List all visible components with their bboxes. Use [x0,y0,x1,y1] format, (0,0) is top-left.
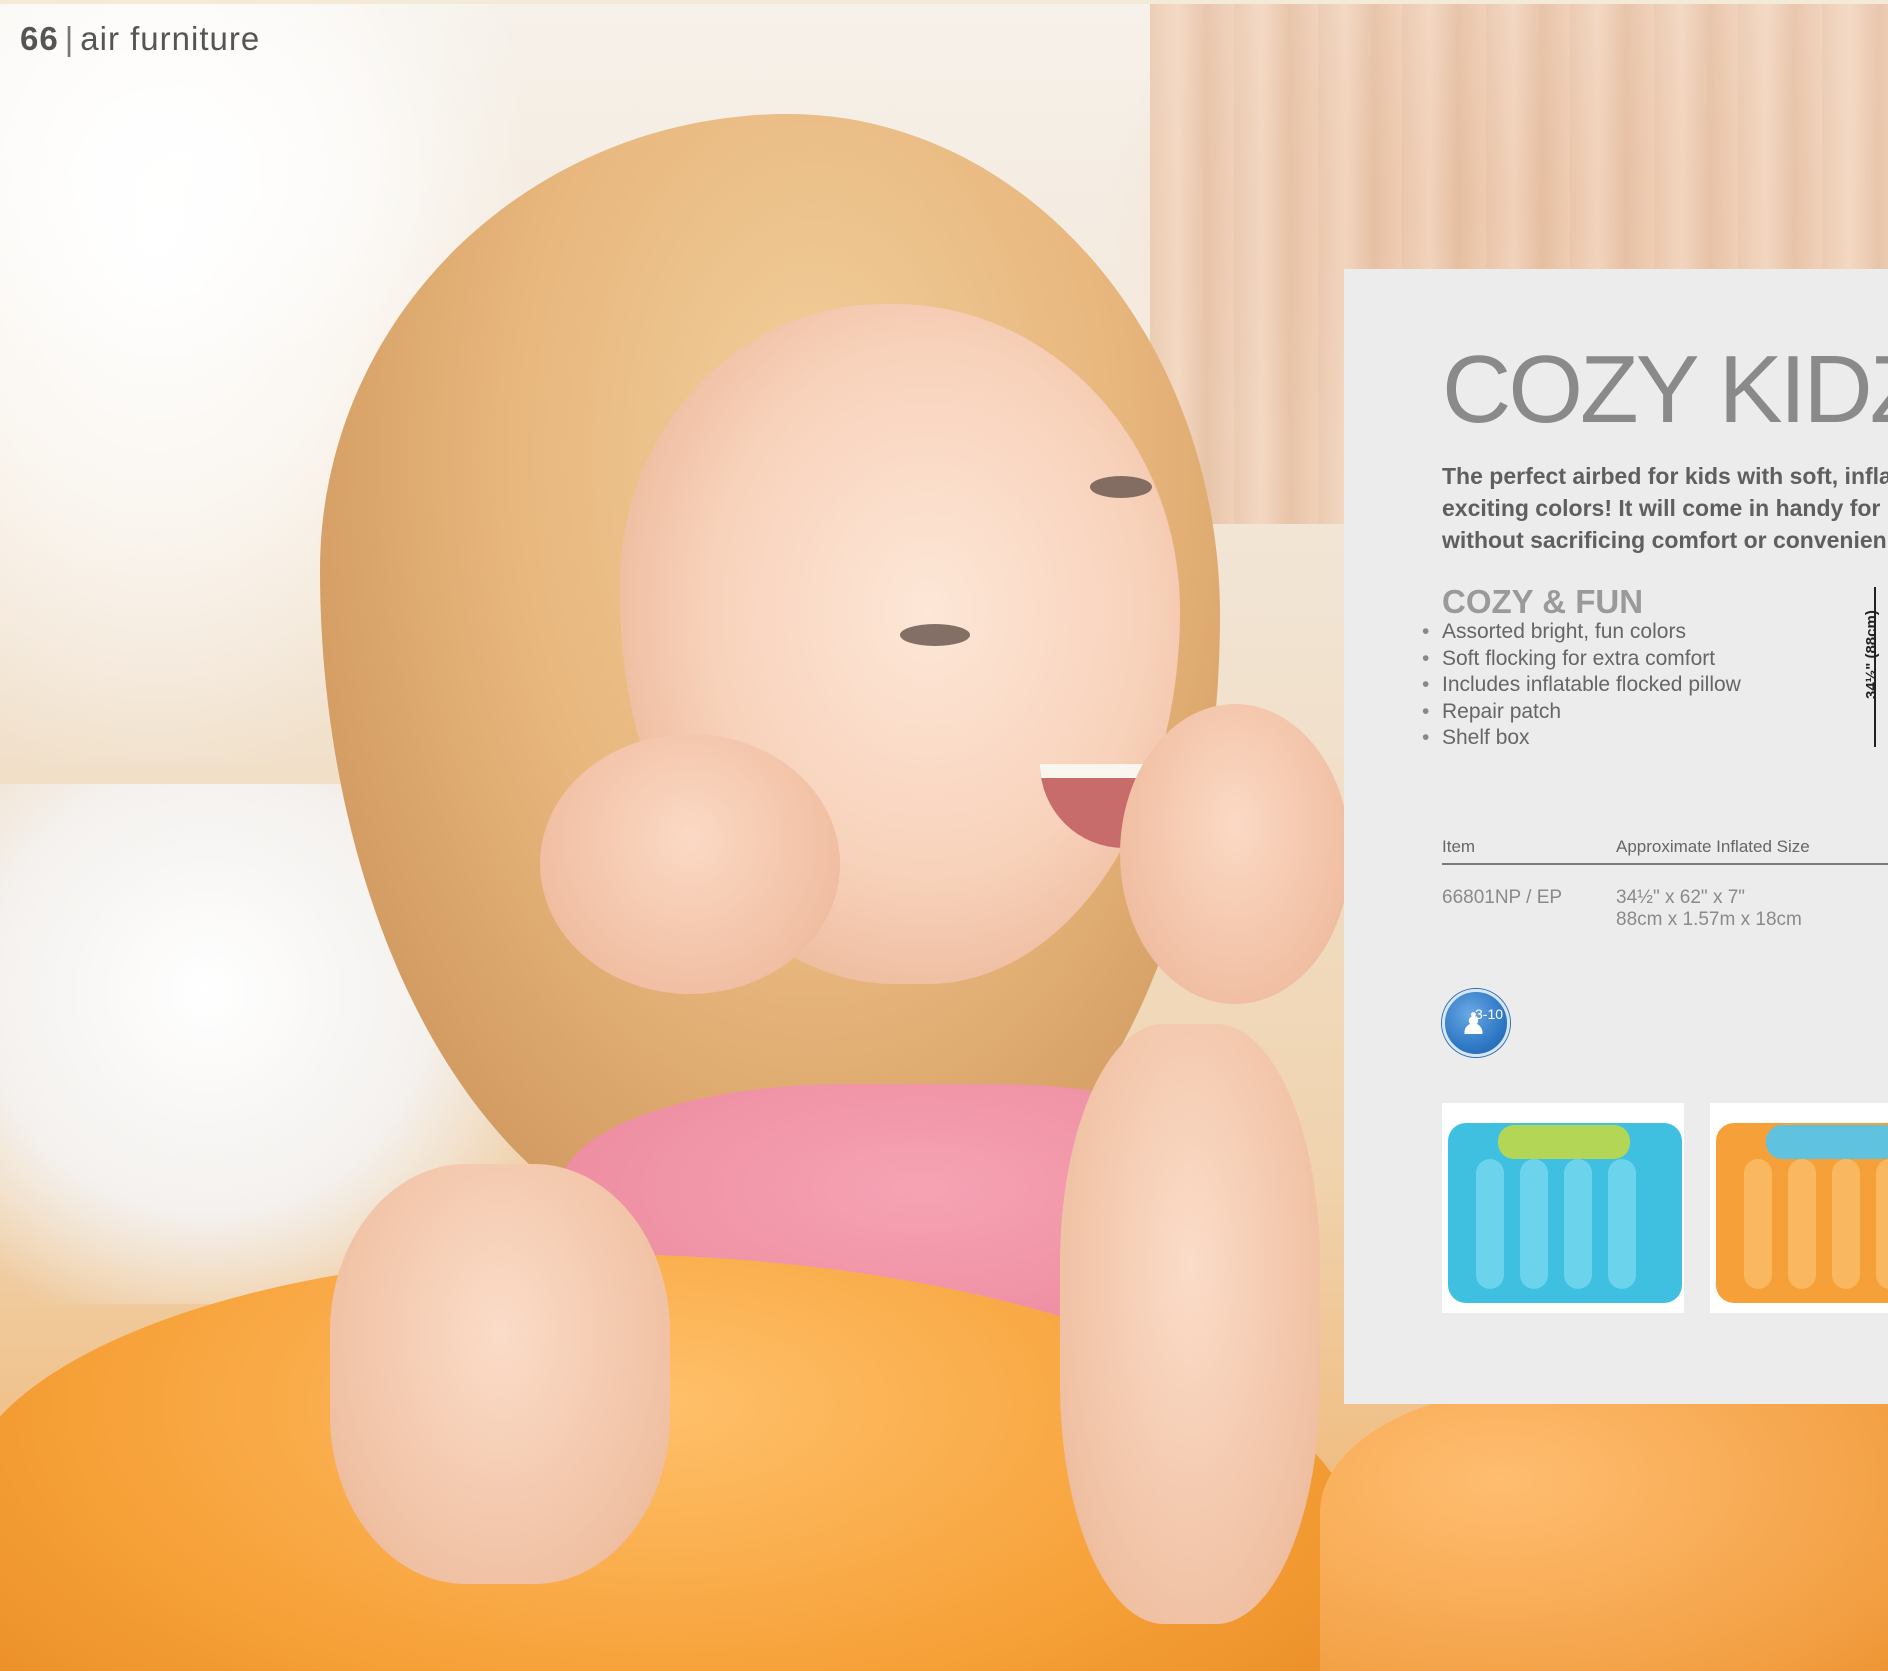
child-arm-left [330,1164,670,1584]
mat-ridge [1876,1159,1888,1289]
feature-item: • Repair patch [1422,699,1562,723]
feature-text: Includes inflatable flocked pillow [1442,673,1741,696]
child-arm-right [1060,1024,1320,1624]
mat-ridge [1788,1159,1816,1289]
feature-item: • Shelf box [1422,726,1530,749]
page-number: 66 [20,20,59,57]
product-image-blue [1442,1103,1684,1313]
child-eye-left [900,624,970,646]
column-header-size: Approximate Inflated Size [1616,837,1810,856]
age-range-badge: ♟ 3-10 [1442,989,1510,1057]
size-imperial: 34½" x 62" x 7" [1616,887,1746,908]
orange-air-bed [1320,1384,1888,1671]
mat-ridge [1520,1159,1548,1289]
mat-ridge [1476,1159,1504,1289]
feature-text: Assorted bright, fun colors [1442,620,1686,643]
mat-ridge [1832,1159,1860,1289]
description-line: The perfect airbed for kids with soft, i… [1442,463,1888,489]
size-table-header: Item Approximate Inflated Size [1442,835,1888,865]
mat-ridge [1564,1159,1592,1289]
description-line: without sacrificing comfort or convenien [1442,527,1887,553]
dimension-label: 34½" (88cm) [1863,610,1880,699]
air-bed-blue [1448,1123,1682,1303]
pillow-green [1498,1125,1630,1159]
header-separator: | [64,20,75,57]
mat-ridge [1744,1159,1772,1289]
product-title: COZY KIDZ [1442,336,1888,443]
feature-text: Repair patch [1442,699,1562,723]
product-panel: COZY KIDZ The perfect airbed for kids wi… [1344,269,1888,1404]
child-eye-right [1090,476,1152,498]
feature-text: Soft flocking for extra comfort [1442,646,1716,670]
child-hand-right [1120,704,1350,1004]
feature-text: Shelf box [1442,726,1530,749]
feature-item: • Soft flocking for extra comfort [1422,646,1716,670]
features-list: • Assorted bright, fun colors • Soft flock… [1422,619,1741,752]
size-metric: 88cm x 1.57m x 18cm [1616,909,1802,930]
feature-item: • Assorted bright, fun colors [1422,620,1686,643]
description-line: exciting colors! It will come in handy f… [1442,495,1881,521]
features-heading: COZY & FUN [1442,583,1644,620]
product-image-orange [1710,1103,1888,1313]
pillow-blue [1766,1125,1888,1159]
section-title: air furniture [80,20,261,57]
air-bed-orange [1716,1123,1888,1303]
item-number: 66801NP / EP [1442,887,1563,908]
page-header: 66 | air furniture [20,20,260,58]
product-description: The perfect airbed for kids with soft, i… [1442,460,1888,556]
column-header-item: Item [1442,837,1476,856]
child-hand-left [540,734,840,994]
age-range-text: 3-10 [1475,1006,1504,1022]
mat-ridge [1608,1159,1636,1289]
feature-item: • Includes inflatable flocked pillow [1422,673,1741,696]
